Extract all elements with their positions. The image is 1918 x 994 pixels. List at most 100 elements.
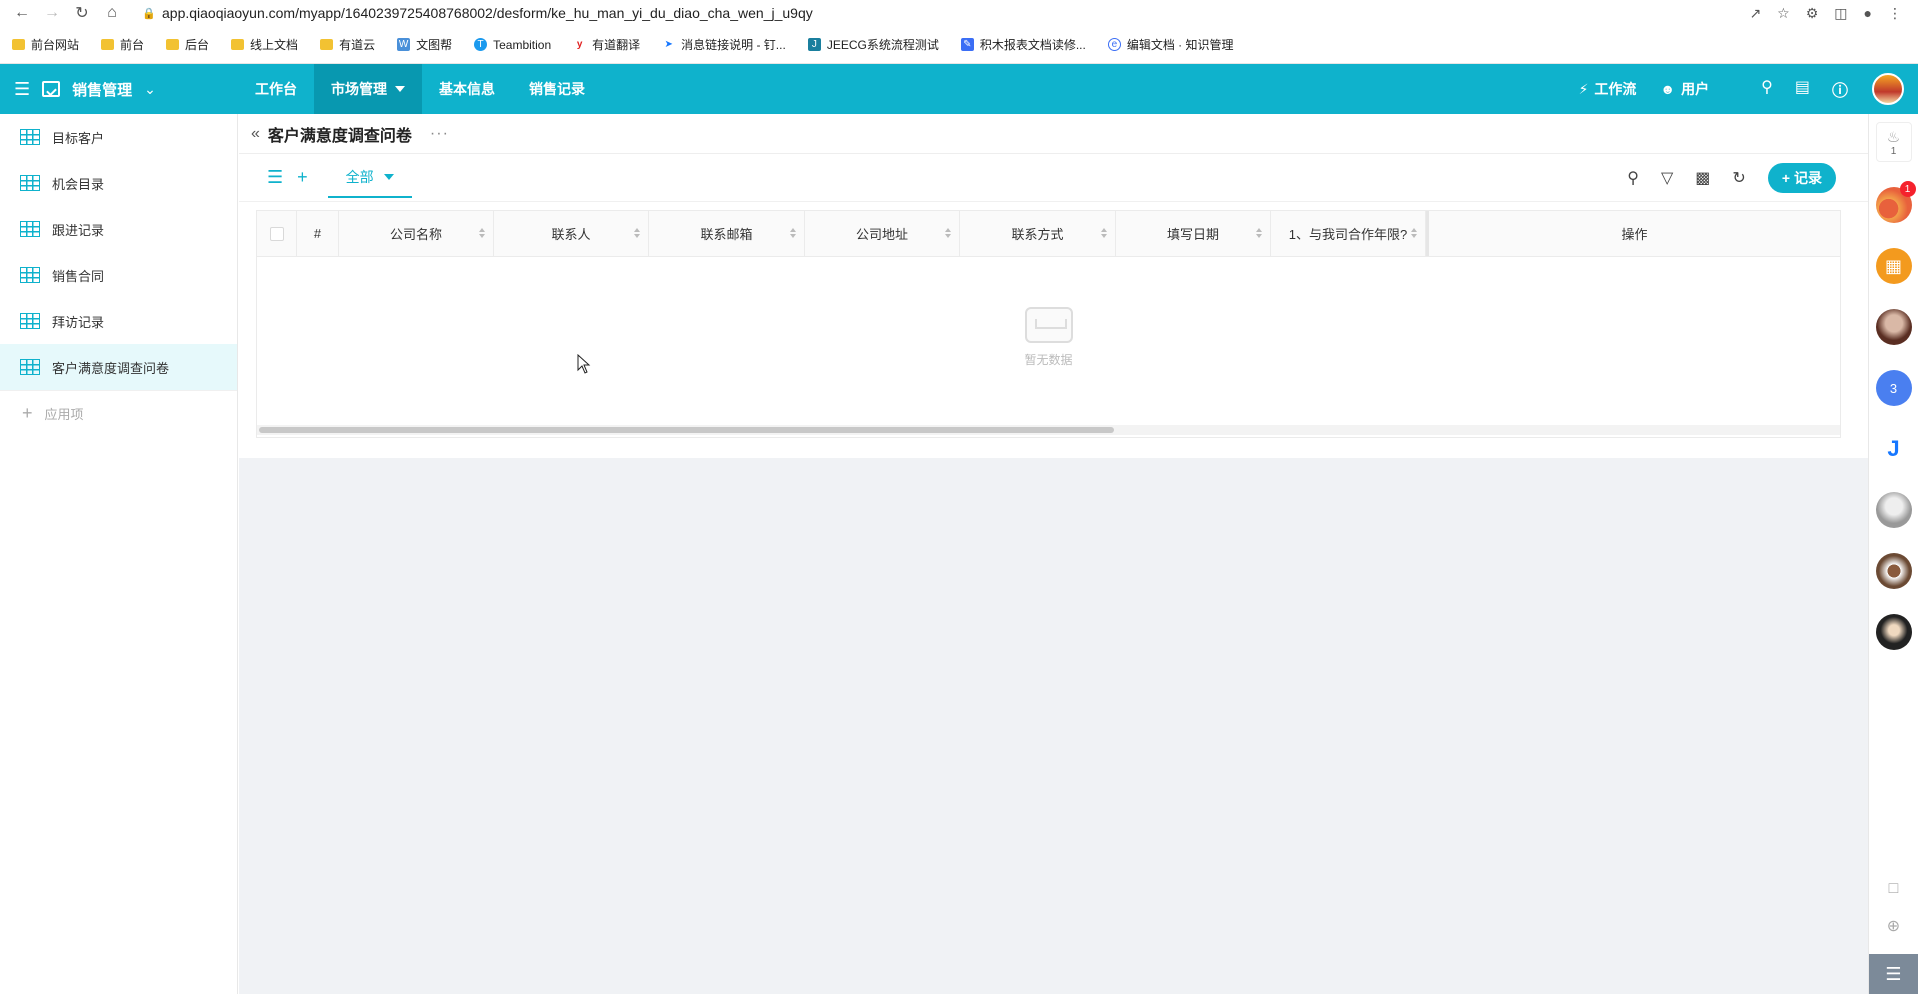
bookmark[interactable]: J JEECG系统流程测试: [807, 36, 939, 53]
chart-icon[interactable]: ▩: [1695, 168, 1710, 188]
empty-text: 暂无数据: [1024, 352, 1073, 367]
teambition-icon: T: [474, 38, 488, 51]
folder-icon: [101, 39, 115, 50]
user-button[interactable]: ☻ 用户: [1660, 79, 1709, 99]
refresh-icon[interactable]: ↻: [1732, 168, 1745, 188]
knowledge-icon: e: [1107, 38, 1121, 51]
sidebar-item-follow-up[interactable]: 跟进记录: [0, 206, 237, 252]
contact-avatar[interactable]: [1875, 553, 1912, 589]
folder-icon: [166, 39, 180, 50]
empty-inbox-icon: [1024, 306, 1073, 343]
notification-count: 1: [1890, 145, 1897, 157]
menu-item-basic-info[interactable]: 基本信息: [422, 64, 512, 114]
folder-icon: [12, 39, 25, 50]
table-icon: [20, 267, 40, 283]
records-table: # 公司名称 联系人 联系邮箱 公司地址 联系方式 填写日期 1、与我司合作年限…: [256, 210, 1841, 438]
column-header-fill-date[interactable]: 填写日期: [1116, 211, 1271, 256]
sort-icon[interactable]: [634, 228, 640, 238]
apps-grid-icon[interactable]: ▦: [1875, 248, 1912, 284]
search-icon[interactable]: ⚲: [1627, 168, 1639, 188]
column-header-company[interactable]: 公司名称: [339, 211, 494, 256]
list-icon[interactable]: ☰: [267, 167, 283, 188]
contact-avatar[interactable]: [1875, 309, 1912, 345]
bookmark[interactable]: W 文图帮: [397, 36, 452, 53]
select-all-checkbox[interactable]: [269, 226, 284, 241]
column-header-address[interactable]: 公司地址: [805, 211, 960, 256]
bookmark[interactable]: y 有道翻译: [573, 36, 640, 53]
workflow-button[interactable]: ⚡ 工作流: [1579, 79, 1637, 99]
menu-list-icon[interactable]: ☰: [14, 79, 30, 100]
view-tab-all[interactable]: 全部: [327, 158, 412, 198]
rail-menu-button[interactable]: ☰: [1868, 954, 1918, 994]
page-header: « 客户满意度调查问卷 ···: [239, 114, 1868, 154]
reload-icon[interactable]: ↻: [70, 1, 94, 25]
plus-icon: +: [22, 403, 33, 423]
forward-icon[interactable]: →: [40, 1, 64, 25]
group-avatar[interactable]: 1: [1875, 181, 1916, 223]
user-avatar[interactable]: [1872, 73, 1904, 105]
bookmark[interactable]: 前台网站: [12, 36, 79, 53]
extensions-icon[interactable]: ⚙: [1806, 5, 1819, 22]
empty-state: 暂无数据: [257, 257, 1840, 417]
notification-button[interactable]: ♨ 1: [1875, 122, 1912, 162]
column-header-phone[interactable]: 联系方式: [960, 211, 1116, 256]
bookmark[interactable]: ✎ 积木报表文档读修...: [960, 36, 1086, 53]
url-text: app.qiaoqiaoyun.com/myapp/16402397254087…: [162, 5, 813, 21]
app-logo-icon[interactable]: J: [1875, 431, 1912, 467]
home-icon[interactable]: ⌂: [100, 1, 124, 25]
bookmark[interactable]: 有道云: [320, 36, 375, 53]
menu-item-workbench[interactable]: 工作台: [238, 64, 314, 114]
back-icon[interactable]: ←: [10, 1, 34, 25]
sidebar-item-opportunities[interactable]: 机会目录: [0, 160, 237, 206]
sidebar-item-contracts[interactable]: 销售合同: [0, 252, 237, 298]
chevron-down-icon: ⌄: [144, 80, 156, 97]
profile-icon[interactable]: ●: [1864, 5, 1872, 22]
filter-icon[interactable]: ▽: [1661, 168, 1673, 188]
table-header: # 公司名称 联系人 联系邮箱 公司地址 联系方式 填写日期 1、与我司合作年限…: [257, 211, 1840, 257]
more-options-icon[interactable]: ···: [430, 125, 449, 143]
bell-icon: ♨: [1886, 128, 1901, 146]
number-avatar[interactable]: 3: [1875, 370, 1912, 406]
column-header-email[interactable]: 联系邮箱: [649, 211, 805, 256]
menu-item-market[interactable]: 市场管理: [314, 64, 422, 114]
add-record-button[interactable]: + 记录: [1767, 162, 1836, 193]
sidebar-item-target-customers[interactable]: 目标客户: [0, 114, 237, 160]
sort-icon[interactable]: [479, 228, 485, 238]
sidepanel-icon[interactable]: ◫: [1834, 5, 1847, 22]
contact-avatar[interactable]: [1875, 614, 1912, 650]
column-header-cooperation-years[interactable]: 1、与我司合作年限?: [1271, 211, 1426, 256]
add-circle-icon[interactable]: ⊕: [1887, 916, 1900, 936]
app-switcher[interactable]: ☰ 销售管理 ⌄: [0, 79, 238, 100]
collapse-double-left-icon[interactable]: «: [251, 125, 260, 143]
jeecg-icon: J: [807, 38, 821, 51]
address-bar[interactable]: 🔒 app.qiaoqiaoyun.com/myapp/164023972540…: [130, 1, 1749, 25]
bookmark[interactable]: 后台: [166, 36, 209, 53]
sort-icon[interactable]: [1256, 228, 1262, 238]
sort-icon[interactable]: [1101, 228, 1107, 238]
search-icon[interactable]: ⚲: [1761, 77, 1773, 101]
bookmark[interactable]: e 编辑文档 · 知识管理: [1107, 36, 1234, 53]
column-header-actions: 操作: [1426, 211, 1840, 256]
document-icon[interactable]: ▤: [1795, 77, 1810, 101]
sort-icon[interactable]: [1411, 228, 1417, 238]
plus-icon[interactable]: +: [297, 167, 308, 188]
kebab-menu-icon[interactable]: ⋮: [1888, 5, 1902, 22]
bookmark[interactable]: ➤ 消息链接说明 - 钉...: [662, 36, 786, 53]
menu-item-sales-records[interactable]: 销售记录: [512, 64, 602, 114]
sidebar-item-visits[interactable]: 拜访记录: [0, 298, 237, 344]
contact-avatar[interactable]: [1875, 492, 1912, 528]
bookmark[interactable]: 前台: [101, 36, 144, 53]
sort-icon[interactable]: [945, 228, 951, 238]
horizontal-scrollbar-thumb[interactable]: [259, 427, 1114, 433]
share-icon[interactable]: ↗: [1749, 5, 1761, 22]
add-app-item-button[interactable]: + 应用项: [0, 390, 237, 436]
sidebar-item-satisfaction-survey[interactable]: 客户满意度调查问卷: [0, 344, 237, 390]
sort-icon[interactable]: [790, 228, 796, 238]
help-icon[interactable]: ⓘ: [1832, 77, 1848, 101]
bookmark[interactable]: 线上文档: [231, 36, 298, 53]
bookmark-icon[interactable]: □: [1889, 880, 1899, 898]
star-icon[interactable]: ☆: [1777, 5, 1790, 22]
bookmark[interactable]: T Teambition: [474, 38, 551, 52]
unread-badge: 1: [1899, 181, 1916, 197]
column-header-contact[interactable]: 联系人: [494, 211, 649, 256]
